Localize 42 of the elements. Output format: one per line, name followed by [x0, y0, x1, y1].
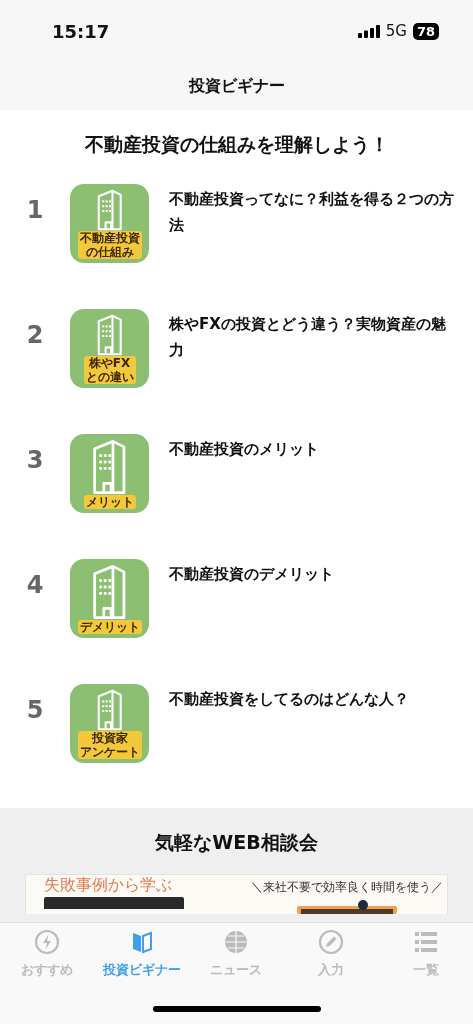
thumbnail-caption: との違い	[85, 370, 134, 384]
article-number: 4	[25, 570, 45, 599]
thumbnail-caption: 株やFX	[88, 356, 131, 370]
article-thumbnail[interactable]: メリット	[70, 434, 149, 513]
consult-title: 気軽なWEB相談会	[154, 830, 319, 855]
article-thumbnail[interactable]: 投資家 アンケート	[70, 684, 149, 763]
article-number: 3	[25, 445, 45, 474]
consult-banner[interactable]: 失敗事例から学ぶ ＼来社不要で効率良く時間を使う／	[25, 874, 448, 914]
building-icon	[95, 314, 124, 356]
banner-subtitle: 失敗事例から学ぶ	[44, 875, 173, 895]
article-title[interactable]: 不動産投資のデメリット	[169, 559, 454, 587]
article-thumbnail[interactable]: デメリット	[70, 559, 149, 638]
thumbnail-caption: アンケート	[79, 745, 140, 759]
section-title: 不動産投資の仕組みを理解しよう！	[83, 132, 390, 157]
article-title[interactable]: 株やFXの投資とどう違う？実物資産の魅力	[169, 309, 454, 363]
thumbnail-caption: デメリット	[79, 620, 140, 634]
building-icon	[95, 689, 124, 731]
building-icon	[95, 189, 124, 231]
battery-level: 78	[412, 22, 439, 40]
article-title[interactable]: 不動産投資のメリット	[169, 434, 454, 462]
thumbnail-caption: 不動産投資	[79, 231, 140, 245]
pencil-icon	[318, 929, 345, 955]
building-icon	[91, 439, 128, 495]
page-title: 投資ビギナー	[188, 75, 285, 97]
network-label: 5G	[385, 22, 407, 40]
thumbnail-caption: メリット	[85, 495, 134, 509]
article-thumbnail[interactable]: 株やFX との違い	[70, 309, 149, 388]
article-number: 2	[25, 320, 45, 349]
signal-icon	[357, 24, 380, 38]
thumbnail-caption: の仕組み	[85, 245, 134, 259]
article-title[interactable]: 不動産投資ってなに？利益を得る２つの方法	[169, 184, 454, 238]
article-title[interactable]: 不動産投資をしてるのはどんな人？	[169, 684, 454, 712]
article-thumbnail[interactable]: 不動産投資 の仕組み	[70, 184, 149, 263]
lightning-icon	[34, 929, 61, 955]
banner-tagline: ＼来社不要で効率良く時間を使う／	[251, 879, 443, 896]
globe-icon	[223, 929, 250, 955]
list-icon	[412, 929, 439, 955]
status-time: 15:17	[52, 20, 110, 42]
building-icon	[91, 564, 128, 620]
article-number: 5	[25, 695, 45, 724]
article-number: 1	[25, 195, 45, 224]
thumbnail-caption: 投資家	[91, 731, 128, 745]
